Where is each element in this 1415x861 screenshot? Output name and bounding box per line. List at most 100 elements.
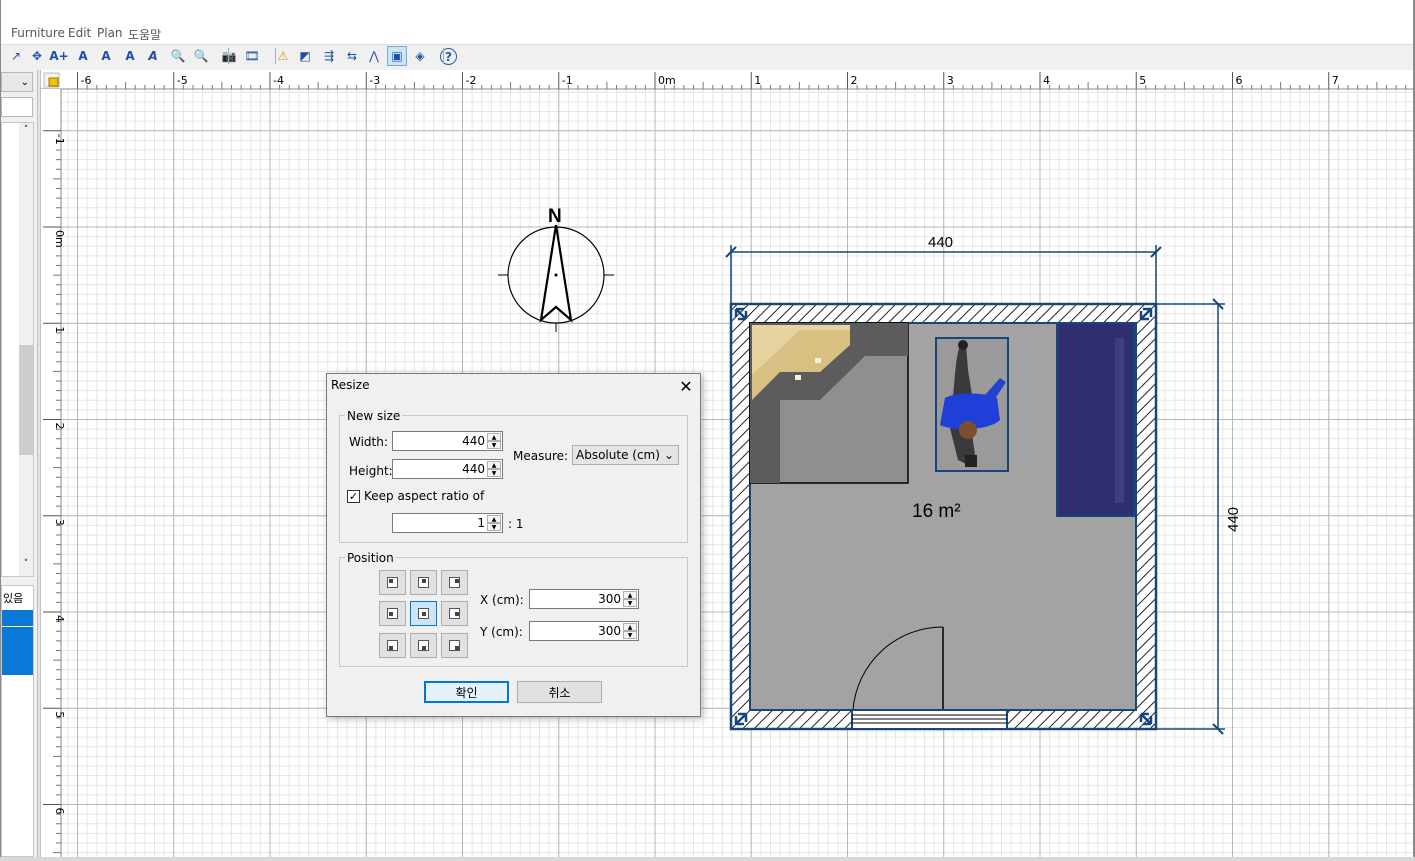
spin-down-icon[interactable]: ▼ bbox=[487, 441, 501, 449]
toolbar-separator bbox=[228, 48, 229, 64]
anchor-icon bbox=[418, 608, 429, 619]
paint-icon[interactable]: ◈ bbox=[410, 46, 430, 66]
wardrobe[interactable] bbox=[1056, 322, 1135, 517]
ruler-label: -2 bbox=[466, 74, 477, 87]
spin-down-icon[interactable]: ▼ bbox=[623, 599, 637, 607]
catalog-search-input[interactable] bbox=[1, 97, 33, 117]
table-row[interactable] bbox=[2, 610, 33, 626]
width-spinner[interactable]: 440 ▲ ▼ bbox=[392, 431, 503, 451]
table-row[interactable] bbox=[2, 627, 33, 643]
anchor-bottom-center-button[interactable] bbox=[410, 633, 437, 658]
ruler-label: 5 bbox=[53, 711, 66, 718]
anchor-top-center-button[interactable] bbox=[410, 570, 437, 595]
menu-bar bbox=[1, 24, 1413, 44]
spin-up-icon[interactable]: ▲ bbox=[487, 515, 501, 523]
window-border bbox=[0, 857, 1415, 861]
x-spinner[interactable]: 300 ▲ ▼ bbox=[529, 589, 639, 609]
video-icon[interactable]: 🎞 bbox=[242, 46, 262, 66]
cancel-button[interactable]: 취소 bbox=[517, 681, 602, 703]
anchor-icon bbox=[449, 640, 460, 651]
spin-up-icon[interactable]: ▲ bbox=[487, 433, 501, 441]
warning-icon[interactable]: ⚠ bbox=[273, 46, 293, 66]
toolbar-separator bbox=[443, 48, 444, 64]
ruler-label: 3 bbox=[53, 519, 66, 526]
spin-down-icon[interactable]: ▼ bbox=[487, 469, 501, 477]
menu-help[interactable]: 도움말 bbox=[128, 26, 161, 43]
anchor-bottom-left-button[interactable] bbox=[379, 633, 406, 658]
flip-icon[interactable]: ◩ bbox=[295, 46, 315, 66]
height-dimension[interactable]: 440 bbox=[1156, 298, 1242, 735]
table-row[interactable] bbox=[2, 659, 33, 675]
camera-icon[interactable]: 📷 bbox=[219, 46, 239, 66]
kitchen-counter[interactable] bbox=[749, 322, 909, 484]
y-value: 300 bbox=[598, 624, 621, 638]
text-italic-icon[interactable]: A bbox=[143, 46, 163, 66]
text-style-icon[interactable]: A bbox=[73, 46, 93, 66]
ruler-label: -1 bbox=[562, 74, 573, 87]
zoom-in-icon[interactable]: 🔍 bbox=[168, 46, 188, 66]
new-size-group-label: New size bbox=[345, 409, 403, 423]
text-style-icon[interactable]: A bbox=[96, 46, 116, 66]
compass[interactable]: N bbox=[498, 206, 614, 332]
ruler-label: -5 bbox=[177, 74, 188, 87]
position-group-label: Position bbox=[345, 551, 396, 565]
measure-select[interactable]: Absolute (cm) ⌄ bbox=[572, 445, 679, 465]
lock-icon[interactable] bbox=[48, 77, 59, 87]
height-label: Height: bbox=[349, 464, 393, 478]
align-icon[interactable]: ⇆ bbox=[342, 46, 362, 66]
add-level-icon[interactable]: ↗ bbox=[6, 46, 26, 66]
ruler-label: 6 bbox=[53, 808, 66, 815]
menu-plan[interactable]: Plan bbox=[97, 26, 123, 40]
aspect-ratio-value: 1 bbox=[477, 516, 485, 530]
keep-aspect-checkbox[interactable]: ✓ bbox=[347, 490, 360, 503]
ruler-label: 4 bbox=[1043, 74, 1050, 87]
plan-view[interactable]: -6 -5 -4 -3 -2 -1 0m 1 2 3 4 5 6 7 -1 0m 1 2 3 4 5 6 N 440 bbox=[41, 70, 1413, 857]
scroll-up-icon[interactable]: ˄ bbox=[19, 125, 33, 135]
anchor-top-left-button[interactable] bbox=[379, 570, 406, 595]
anchor-middle-right-button[interactable] bbox=[441, 601, 468, 626]
anchor-bottom-right-button[interactable] bbox=[441, 633, 468, 658]
import-icon[interactable]: ⇶ bbox=[319, 46, 339, 66]
y-spinner[interactable]: 300 ▲ ▼ bbox=[529, 621, 639, 641]
catalog-combo[interactable]: ⌄ bbox=[1, 72, 33, 92]
table-row[interactable] bbox=[2, 643, 33, 659]
scroll-down-icon[interactable]: ˅ bbox=[19, 559, 33, 569]
mirror-icon[interactable]: ⋀ bbox=[364, 46, 384, 66]
anchor-icon bbox=[387, 608, 398, 619]
plan-canvas[interactable]: -6 -5 -4 -3 -2 -1 0m 1 2 3 4 5 6 7 -1 0m 1 2 3 4 5 6 N 440 bbox=[41, 70, 1413, 857]
measure-label: Measure: bbox=[513, 449, 569, 463]
height-spinner[interactable]: 440 ▲ ▼ bbox=[392, 459, 503, 479]
ruler-label: 1 bbox=[754, 74, 761, 87]
anchor-top-right-button[interactable] bbox=[441, 570, 468, 595]
spin-up-icon[interactable]: ▲ bbox=[487, 461, 501, 469]
bed[interactable] bbox=[935, 337, 1009, 472]
catalog-scroll-thumb[interactable] bbox=[19, 345, 33, 455]
ruler-label: -6 bbox=[81, 74, 92, 87]
ruler-label: -4 bbox=[273, 74, 284, 87]
aspect-ratio-spinner[interactable]: 1 ▲ ▼ bbox=[392, 513, 503, 533]
anchor-middle-left-button[interactable] bbox=[379, 601, 406, 626]
menu-furniture[interactable]: Furniture bbox=[11, 26, 65, 40]
resize-icon[interactable]: ▣ bbox=[387, 46, 407, 66]
ruler-label: -3 bbox=[369, 74, 380, 87]
top-ruler bbox=[41, 70, 1413, 89]
table-header[interactable]: 있음 bbox=[3, 590, 23, 606]
rotate-icon[interactable]: ✥ bbox=[27, 46, 47, 66]
ruler-label: -1 bbox=[53, 134, 66, 145]
anchor-center-button[interactable] bbox=[410, 601, 437, 626]
width-dimension-label: 440 bbox=[928, 234, 953, 251]
zoom-out-icon[interactable]: 🔍 bbox=[191, 46, 211, 66]
add-text-icon[interactable]: A+ bbox=[49, 46, 69, 66]
close-button[interactable]: ✕ bbox=[675, 375, 697, 397]
text-bold-icon[interactable]: A bbox=[120, 46, 140, 66]
resize-dialog: Resize ✕ New size Width: 440 ▲ ▼ Height: … bbox=[326, 373, 701, 717]
spin-up-icon[interactable]: ▲ bbox=[623, 591, 637, 599]
ok-button[interactable]: 확인 bbox=[424, 681, 509, 703]
spin-down-icon[interactable]: ▼ bbox=[487, 523, 501, 531]
spin-up-icon[interactable]: ▲ bbox=[623, 623, 637, 631]
spin-down-icon[interactable]: ▼ bbox=[623, 631, 637, 639]
left-ruler bbox=[41, 89, 61, 857]
ruler-label: 2 bbox=[851, 74, 858, 87]
chevron-down-icon: ⌄ bbox=[663, 448, 674, 462]
menu-edit[interactable]: Edit bbox=[68, 26, 91, 40]
